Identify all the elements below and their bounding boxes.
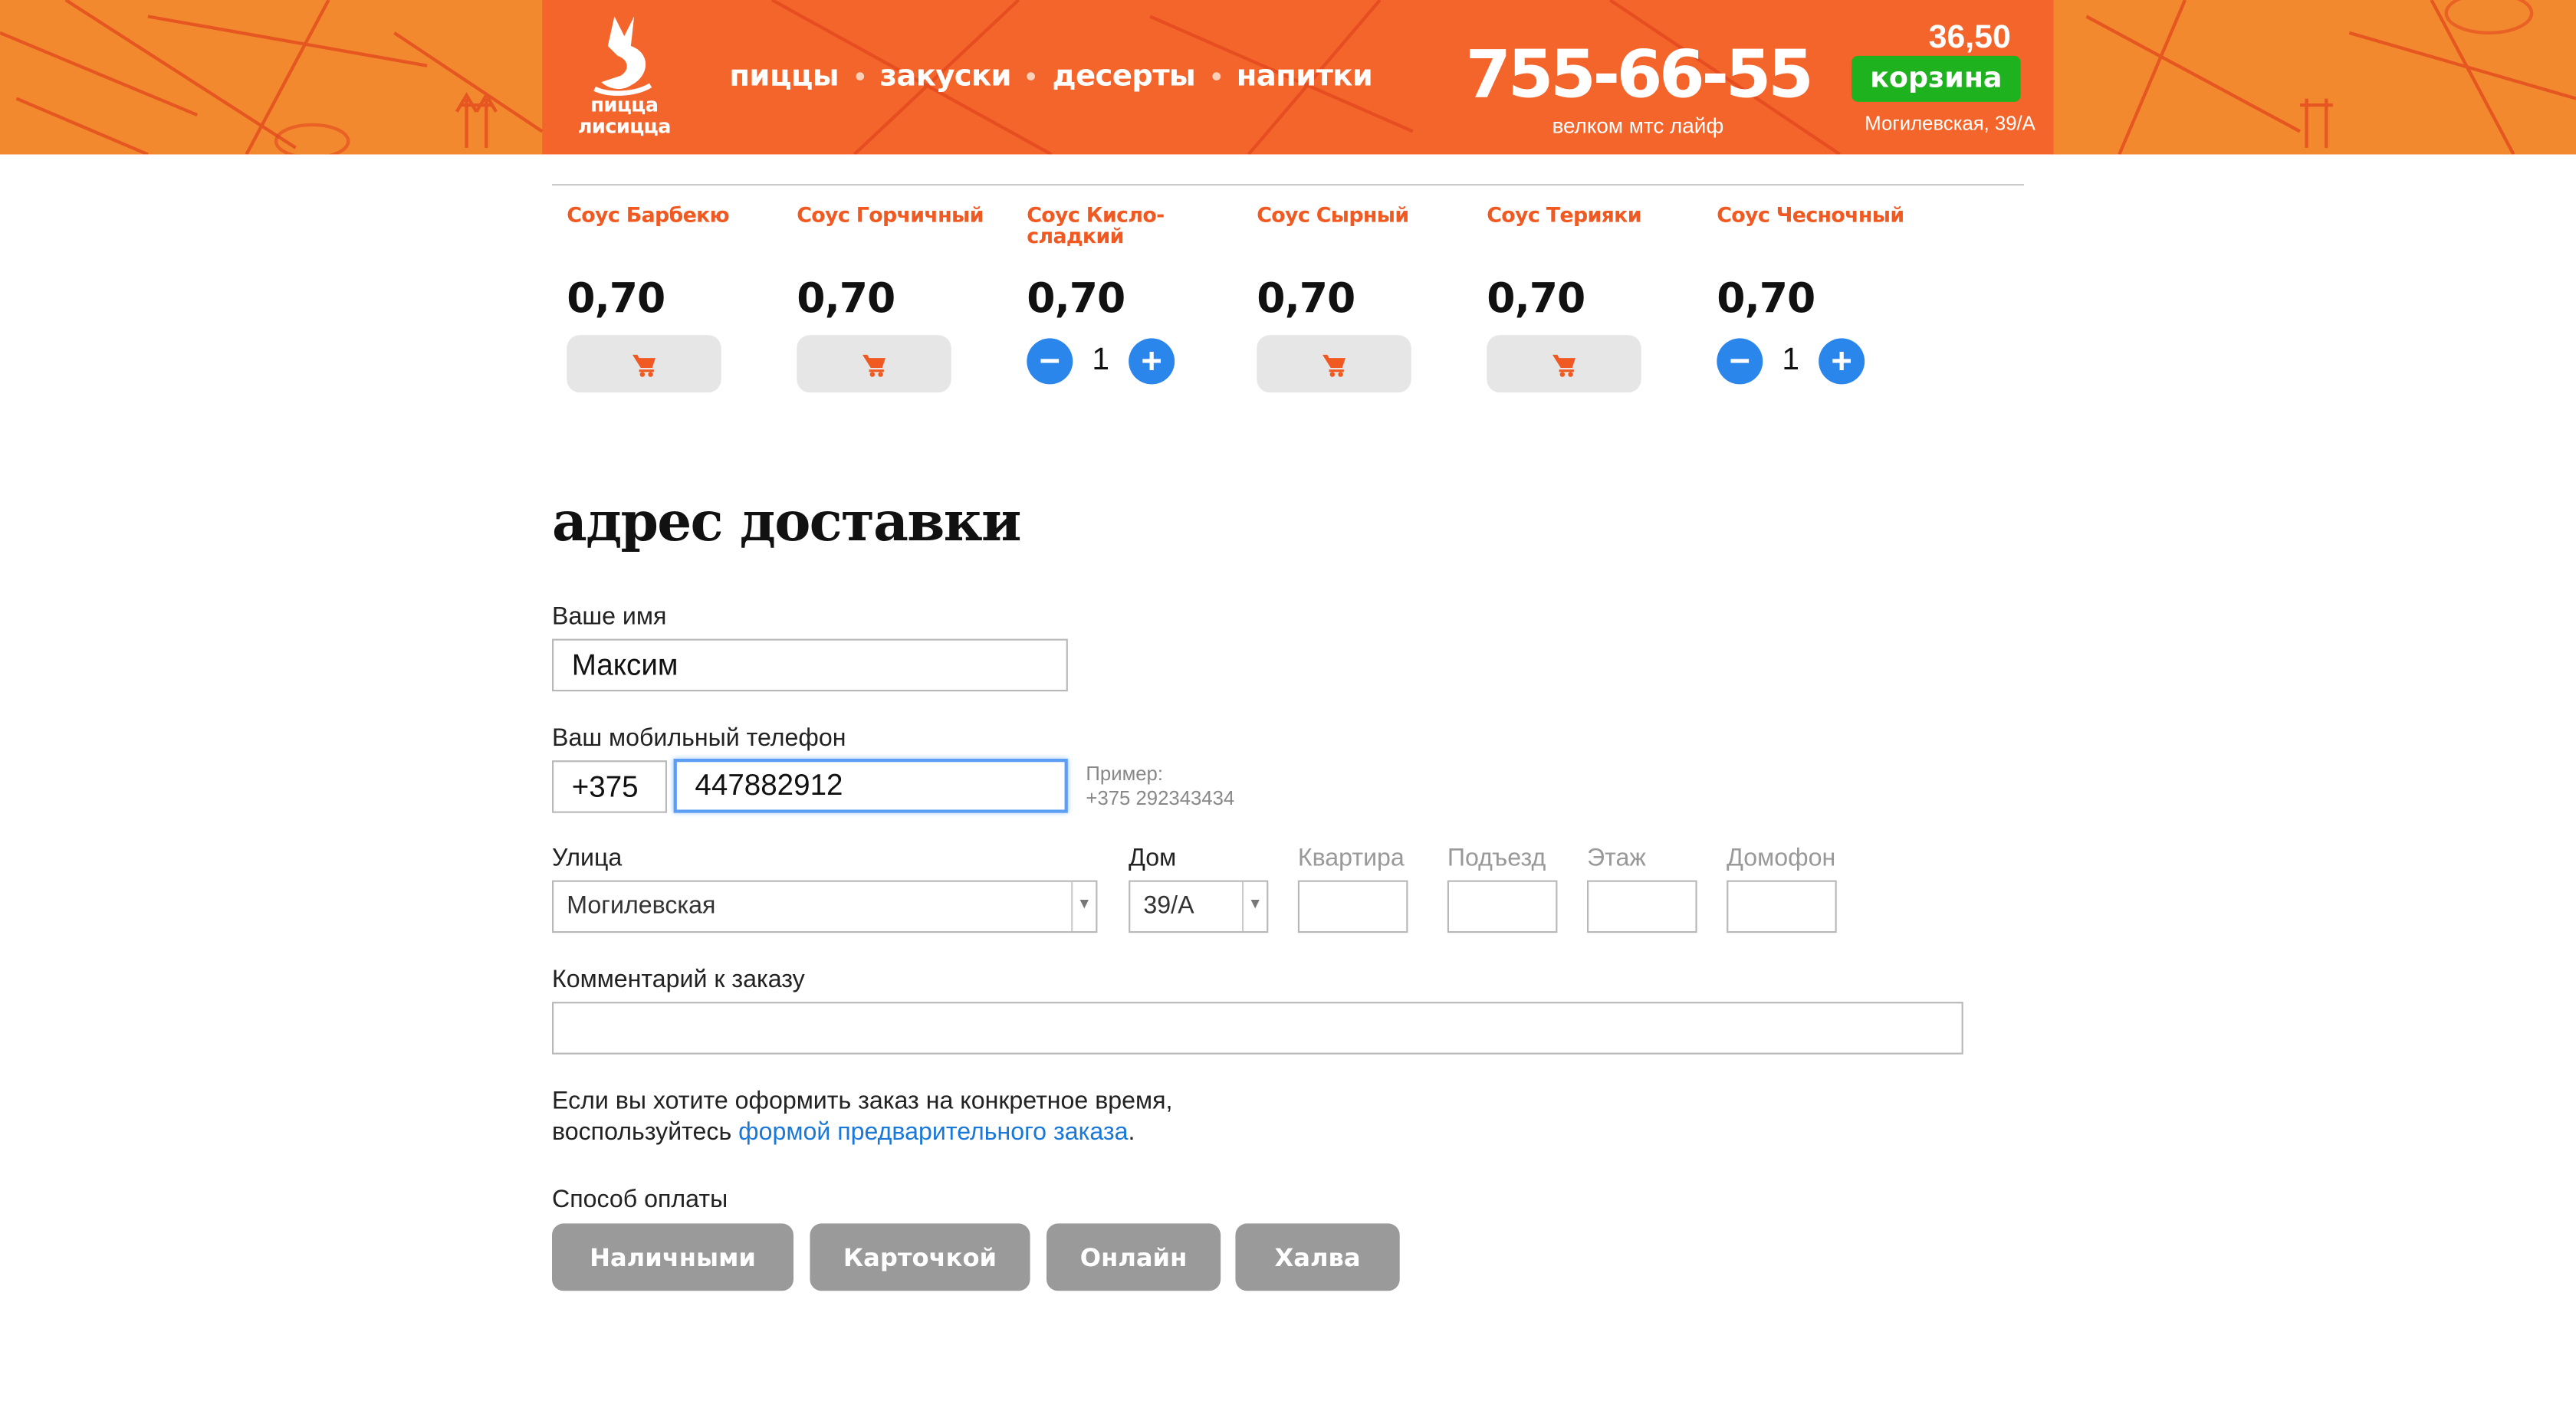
logo-line-2: лисицца xyxy=(577,115,672,138)
page-title: адрес доставки xyxy=(552,489,1021,554)
floor-label: Этаж xyxy=(1587,844,1646,872)
cart-icon xyxy=(1322,353,1346,376)
product-price: 0,70 xyxy=(797,274,895,322)
phone-hint-example: +375 292343434 xyxy=(1086,786,1235,810)
quantity-value: 1 xyxy=(1092,343,1110,378)
house-value: 39/А xyxy=(1143,891,1194,920)
dropdown-arrow-icon: ▼ xyxy=(1242,881,1267,931)
product-name[interactable]: Соус Терияки xyxy=(1487,204,1700,253)
entrance-field[interactable] xyxy=(1447,880,1558,933)
product-price: 0,70 xyxy=(1257,274,1355,322)
plus-icon[interactable]: + xyxy=(1129,338,1175,385)
preorder-note-end: . xyxy=(1128,1118,1135,1147)
phone-label: Ваш мобильный телефон xyxy=(552,724,846,753)
product-card: Соус Терияки 0,70 xyxy=(1487,204,1700,393)
payment-online-button[interactable]: Онлайн xyxy=(1046,1223,1221,1291)
add-to-cart-button[interactable] xyxy=(567,335,721,393)
product-price: 0,70 xyxy=(567,274,665,322)
street-label: Улица xyxy=(552,844,623,872)
preorder-note-text: воспользуйтесь xyxy=(552,1118,739,1147)
main-nav: пиццы закуски десерты напитки xyxy=(729,59,1372,94)
preorder-note: Если вы хотите оформить заказ на конкрет… xyxy=(552,1085,1172,1147)
comment-label: Комментарий к заказу xyxy=(552,966,805,994)
product-name[interactable]: Соус Кисло-сладкий xyxy=(1027,204,1175,253)
house-select[interactable]: 39/А ▼ xyxy=(1129,880,1269,933)
phone-hint-title: Пример: xyxy=(1086,762,1164,786)
phone-code-field[interactable] xyxy=(552,760,667,813)
product-price: 0,70 xyxy=(1027,274,1125,322)
minus-icon[interactable]: − xyxy=(1027,338,1073,385)
apartment-field[interactable] xyxy=(1297,880,1408,933)
fox-logo-icon xyxy=(593,16,652,96)
payment-card-button[interactable]: Карточкой xyxy=(810,1223,1030,1291)
product-card: Соус Чесночный 0,70 − 1 + xyxy=(1717,204,1930,385)
entrance-label: Подъезд xyxy=(1447,844,1546,872)
comment-field[interactable] xyxy=(552,1002,1963,1055)
payment-label: Способ оплаты xyxy=(552,1186,728,1214)
payment-cash-button[interactable]: Наличными xyxy=(552,1223,794,1291)
preorder-form-link[interactable]: формой предварительного заказа xyxy=(738,1118,1128,1146)
product-price: 0,70 xyxy=(1487,274,1585,322)
cart-icon xyxy=(1552,353,1576,376)
preorder-note-line1: Если вы хотите оформить заказ на конкрет… xyxy=(552,1087,1173,1115)
product-card: Соус Сырный 0,70 xyxy=(1257,204,1470,393)
intercom-field[interactable] xyxy=(1727,880,1837,933)
minus-icon[interactable]: − xyxy=(1717,338,1763,385)
nav-desserts[interactable]: десерты xyxy=(1052,59,1195,94)
phone-hint: Пример: +375 292343434 xyxy=(1086,762,1234,811)
logo-text: пицца лисицца xyxy=(559,94,690,138)
restaurant-address: Могилевская, 39/А xyxy=(1865,111,2036,135)
phone-number[interactable]: 755-66-55 xyxy=(1456,36,1821,115)
nav-separator xyxy=(1211,72,1221,80)
nav-separator xyxy=(1027,72,1037,80)
phone-field[interactable] xyxy=(673,758,1068,813)
phone-operators: велком мтс лайф xyxy=(1552,113,1724,138)
quantity-stepper: − 1 + xyxy=(1027,338,1175,385)
product-name[interactable]: Соус Сырный xyxy=(1257,204,1470,253)
add-to-cart-button[interactable] xyxy=(797,335,951,393)
nav-drinks[interactable]: напитки xyxy=(1237,59,1373,94)
logo-line-1: пицца xyxy=(590,94,659,117)
product-price: 0,70 xyxy=(1717,274,1815,322)
intercom-label: Домофон xyxy=(1727,844,1836,872)
product-name[interactable]: Соус Горчичный xyxy=(797,204,1010,253)
nav-snacks[interactable]: закуски xyxy=(880,59,1012,94)
product-name[interactable]: Соус Барбекю xyxy=(567,204,780,253)
name-label: Ваше имя xyxy=(552,602,667,631)
street-value: Могилевская xyxy=(567,891,716,920)
cart-total: 36,50 xyxy=(1928,19,2011,56)
nav-pizzas[interactable]: пиццы xyxy=(729,59,839,94)
floor-field[interactable] xyxy=(1587,880,1697,933)
dropdown-arrow-icon: ▼ xyxy=(1071,881,1096,931)
product-card: Соус Барбекю 0,70 xyxy=(567,204,780,393)
divider xyxy=(552,184,2024,186)
apartment-label: Квартира xyxy=(1297,844,1405,872)
quantity-stepper: − 1 + xyxy=(1717,338,1865,385)
product-name[interactable]: Соус Чесночный xyxy=(1717,204,1930,253)
product-card: Соус Кисло-сладкий 0,70 − 1 + xyxy=(1027,204,1240,385)
cart-icon xyxy=(863,353,886,376)
add-to-cart-button[interactable] xyxy=(1257,335,1411,393)
add-to-cart-button[interactable] xyxy=(1487,335,1641,393)
house-label: Дом xyxy=(1129,844,1177,872)
preorder-note-line2: воспользуйтесь формой предварительного з… xyxy=(552,1117,1172,1148)
plus-icon[interactable]: + xyxy=(1819,338,1865,385)
nav-separator xyxy=(855,72,864,80)
name-field[interactable] xyxy=(552,638,1068,692)
cart-button[interactable]: корзина xyxy=(1852,55,2021,102)
cart-icon xyxy=(632,353,656,376)
product-card: Соус Горчичный 0,70 xyxy=(797,204,1010,393)
quantity-value: 1 xyxy=(1782,343,1800,378)
logo[interactable]: пицца лисицца xyxy=(559,10,690,145)
payment-halva-button[interactable]: Халва xyxy=(1235,1223,1400,1291)
site-header: пицца лисицца пиццы закуски десерты напи… xyxy=(0,0,2576,155)
street-select[interactable]: Могилевская ▼ xyxy=(552,880,1098,933)
